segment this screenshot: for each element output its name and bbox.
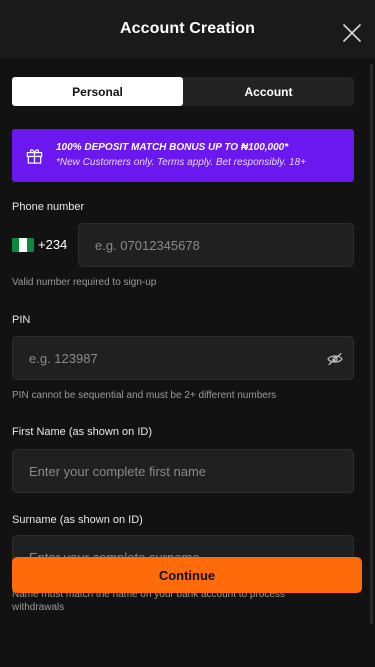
- eye-off-icon: [327, 352, 343, 366]
- country-code[interactable]: +234: [38, 237, 67, 252]
- toggle-pin-visibility-button[interactable]: [327, 352, 343, 366]
- phone-label: Phone number: [12, 201, 85, 213]
- phone-input[interactable]: [78, 223, 354, 267]
- header: Account Creation: [0, 0, 375, 58]
- pin-input[interactable]: [12, 336, 354, 380]
- page-title: Account Creation: [120, 20, 255, 37]
- pin-hint: PIN cannot be sequential and must be 2+ …: [12, 390, 277, 401]
- account-creation-screen: Account Creation Personal Account 100% D…: [0, 0, 375, 667]
- phone-hint: Valid number required to sign-up: [12, 277, 157, 288]
- nigeria-flag-icon: [12, 238, 34, 252]
- promo-headline: 100% DEPOSIT MATCH BONUS UP TO ₦100,000*: [56, 142, 289, 153]
- gift-icon: [26, 149, 43, 164]
- tab-personal[interactable]: Personal: [12, 77, 183, 106]
- close-button[interactable]: [341, 22, 363, 44]
- continue-button[interactable]: Continue: [12, 557, 362, 593]
- tab-bar: Personal Account: [12, 77, 354, 106]
- close-icon: [343, 24, 361, 42]
- promo-banner[interactable]: 100% DEPOSIT MATCH BONUS UP TO ₦100,000*…: [12, 129, 354, 182]
- first-name-label: First Name (as shown on ID): [12, 426, 152, 438]
- pin-label: PIN: [12, 314, 31, 326]
- promo-terms: *New Customers only. Terms apply. Bet re…: [56, 157, 307, 168]
- scrollbar[interactable]: [370, 64, 373, 624]
- first-name-input[interactable]: [12, 449, 354, 493]
- surname-label: Surname (as shown on ID): [12, 514, 143, 526]
- tab-account[interactable]: Account: [183, 77, 354, 106]
